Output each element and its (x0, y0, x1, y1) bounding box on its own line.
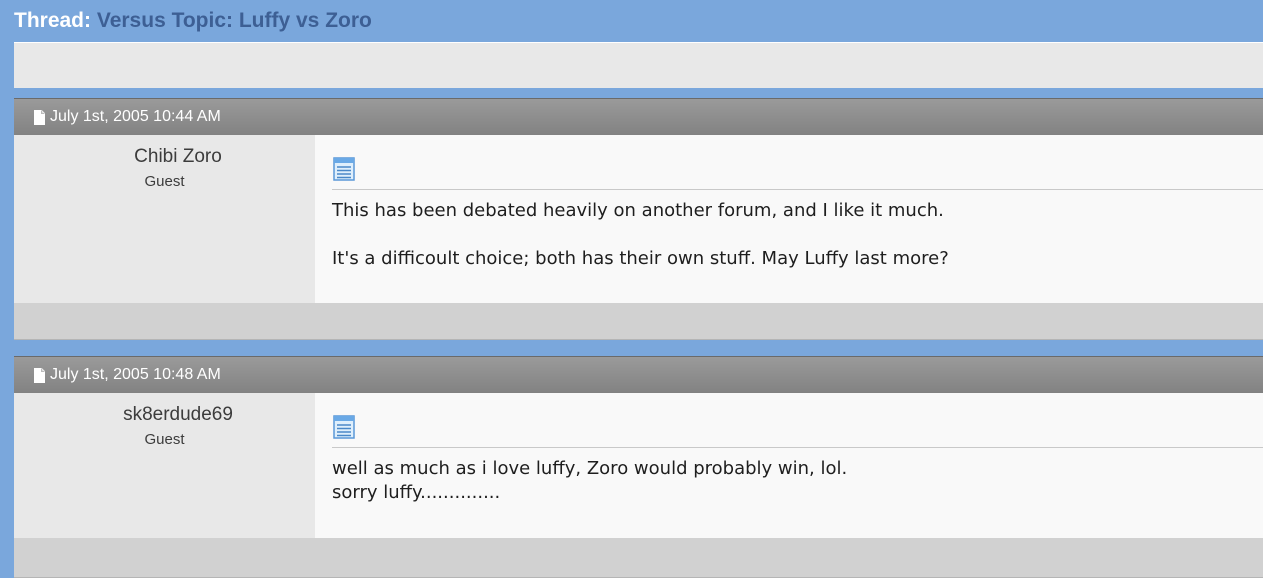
post-message: well as much as i love luffy, Zoro would… (315, 393, 1263, 538)
thread-title-link[interactable]: Versus Topic: Luffy vs Zoro (97, 9, 372, 32)
post-body: sk8erdude69 Guest well as much as i love… (14, 393, 1263, 538)
post-footer (14, 303, 1263, 340)
message-divider (332, 189, 1263, 190)
message-text: This has been debated heavily on another… (332, 199, 949, 295)
message-paragraph: This has been debated heavily on another… (332, 200, 944, 221)
post-footer (14, 538, 1263, 578)
user-info: Chibi Zoro Guest (14, 135, 315, 303)
message-line: well as much as i love luffy, Zoro would… (332, 458, 848, 479)
user-info: sk8erdude69 Guest (14, 393, 315, 538)
message-divider (332, 447, 1263, 448)
text-document-icon (333, 415, 355, 443)
thread-toolbar (14, 42, 1263, 88)
post: July 1st, 2005 10:48 AM sk8erdude69 Gues… (14, 356, 1263, 578)
text-document-icon (333, 157, 355, 185)
username[interactable]: Chibi Zoro (14, 146, 342, 168)
message-line: sorry luffy.............. (332, 482, 501, 503)
message-paragraph: It's a difficoult choice; both has their… (332, 248, 949, 269)
thread-header: Thread: Versus Topic: Luffy vs Zoro (0, 0, 1263, 42)
document-icon (34, 109, 45, 125)
thread-label: Thread: (14, 9, 92, 32)
post: July 1st, 2005 10:44 AM Chibi Zoro Guest… (14, 98, 1263, 340)
document-icon (34, 367, 45, 383)
username[interactable]: sk8erdude69 (14, 404, 342, 426)
post-message: This has been debated heavily on another… (315, 135, 1263, 303)
user-title: Guest (144, 173, 185, 190)
post-header: July 1st, 2005 10:44 AM (14, 98, 1263, 135)
post-header: July 1st, 2005 10:48 AM (14, 356, 1263, 393)
post-body: Chibi Zoro Guest This has been debated h… (14, 135, 1263, 303)
user-title: Guest (144, 431, 185, 448)
post-date: July 1st, 2005 10:48 AM (50, 366, 221, 383)
thread-title: Thread: Versus Topic: Luffy vs Zoro (14, 9, 372, 33)
post-date: July 1st, 2005 10:44 AM (50, 108, 221, 125)
message-text: well as much as i love luffy, Zoro would… (332, 457, 847, 505)
